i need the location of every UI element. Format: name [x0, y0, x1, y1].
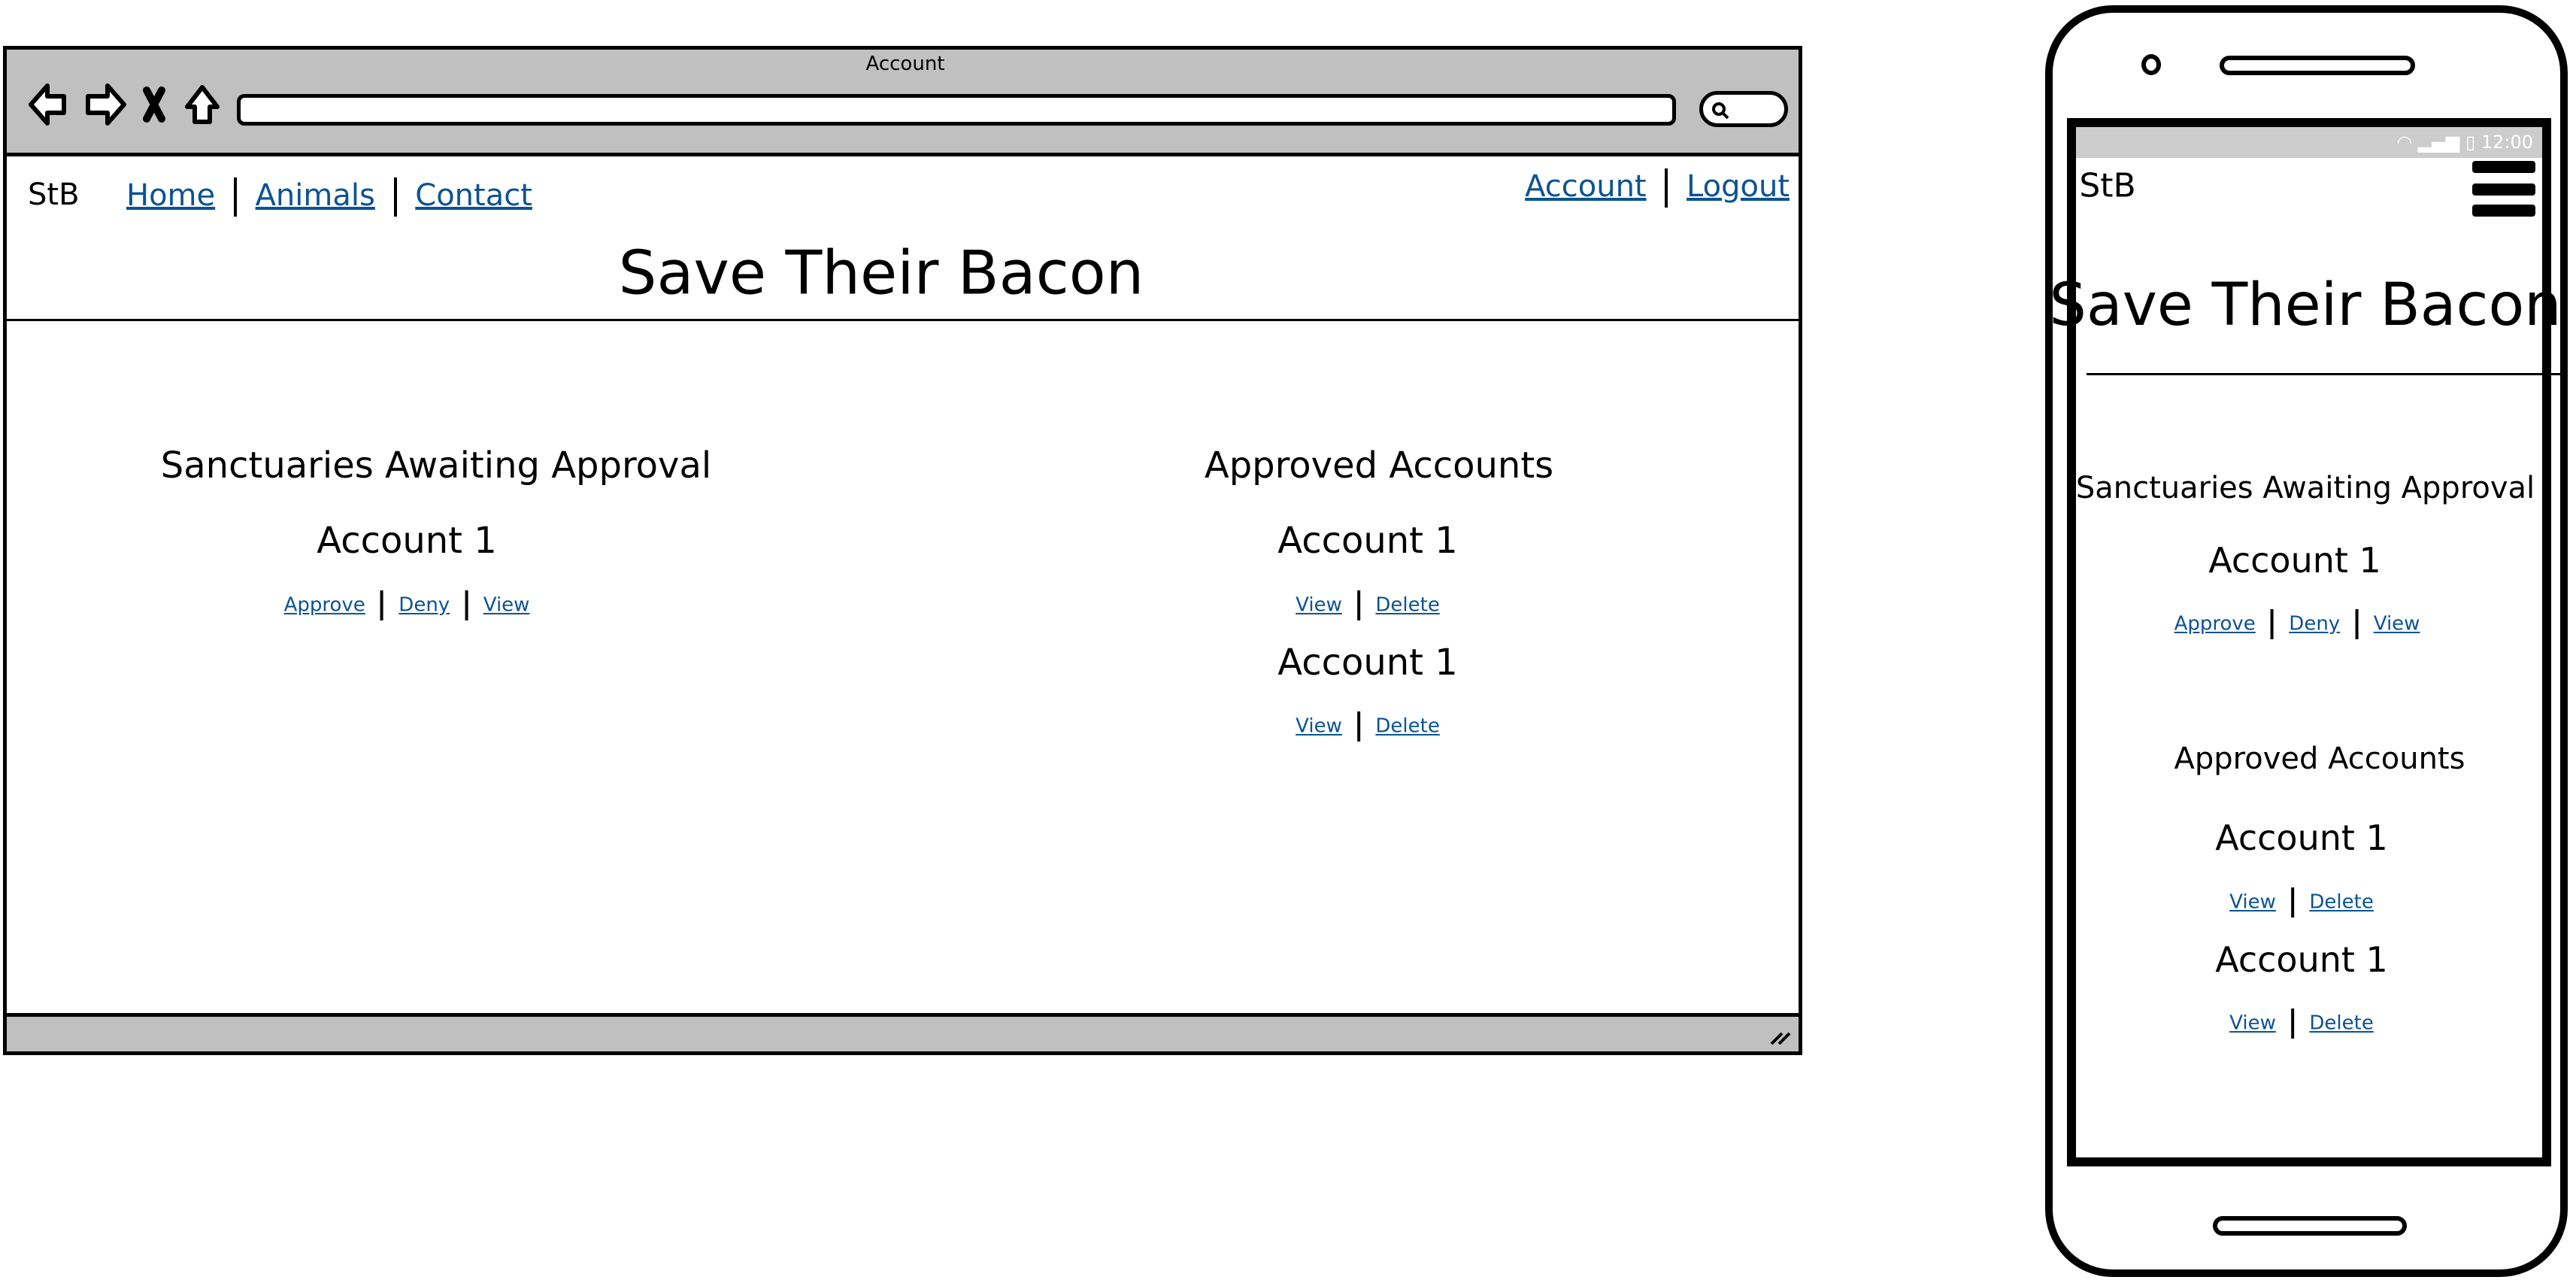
camera-icon — [2141, 54, 2161, 75]
view-link[interactable]: View — [2229, 891, 2276, 914]
window-title: Account — [865, 53, 945, 75]
mobile-pending-heading: Sanctuaries Awaiting Approval — [2075, 471, 2535, 505]
delete-link[interactable]: Delete — [1375, 594, 1439, 617]
divider — [2271, 609, 2274, 639]
divider — [1357, 711, 1361, 742]
nav-controls — [29, 83, 220, 126]
home-icon[interactable] — [185, 85, 220, 124]
view-link[interactable]: View — [2374, 613, 2420, 635]
divider — [2355, 609, 2359, 639]
signal-icon: ▂▄▆ — [2417, 132, 2460, 153]
approved-heading: Approved Accounts — [1204, 444, 1554, 487]
view-link[interactable]: View — [1296, 715, 1342, 738]
mobile-brand-logo: StB — [2079, 166, 2136, 205]
mobile-approved-account-name: Account 1 — [2215, 939, 2388, 980]
search-button[interactable] — [1699, 91, 1788, 127]
nav-account[interactable]: Account — [1525, 169, 1647, 204]
divider — [2291, 1009, 2295, 1039]
address-bar[interactable] — [237, 94, 1676, 126]
mobile-approved-actions: View Delete — [2229, 1009, 2374, 1039]
approved-account-name: Account 1 — [1277, 642, 1458, 684]
main-nav: Home Animals Contact — [126, 177, 532, 217]
divider — [2291, 887, 2295, 918]
nav-animals[interactable]: Animals — [256, 178, 375, 213]
divider — [1357, 590, 1361, 620]
divider — [380, 590, 384, 620]
forward-icon[interactable] — [86, 83, 126, 126]
approve-link[interactable]: Approve — [284, 594, 365, 617]
browser-toolbar: Account — [7, 50, 1799, 156]
mobile-header-divider — [2087, 373, 2560, 375]
divider — [1665, 168, 1668, 208]
approved-actions: View Delete — [1296, 711, 1440, 742]
divider — [233, 177, 237, 217]
phone-status-bar: ◠ ▂▄▆ ▯ 12:00 — [2076, 127, 2542, 158]
mobile-approved-heading: Approved Accounts — [2174, 742, 2465, 776]
battery-icon: ▯ — [2465, 132, 2476, 153]
pending-actions: Approve Deny View — [284, 590, 530, 620]
deny-link[interactable]: Deny — [2289, 613, 2340, 635]
approved-account-name: Account 1 — [1277, 520, 1458, 562]
view-link[interactable]: View — [2229, 1012, 2276, 1035]
mobile-approved-account-name: Account 1 — [2215, 817, 2388, 858]
account-nav: Account Logout — [1525, 168, 1790, 208]
brand-logo: StB — [28, 177, 80, 212]
page-title: Save Their Bacon — [618, 238, 1144, 308]
back-icon[interactable] — [29, 83, 66, 126]
browser-status-bar — [7, 1013, 1799, 1051]
delete-link[interactable]: Delete — [2309, 891, 2373, 914]
nav-home[interactable]: Home — [126, 178, 215, 213]
stop-icon[interactable] — [143, 86, 165, 123]
search-icon — [1712, 102, 1729, 120]
nav-logout[interactable]: Logout — [1687, 169, 1790, 204]
header-divider — [7, 319, 1799, 321]
delete-link[interactable]: Delete — [1375, 715, 1439, 738]
mobile-page-title: Save Their Bacon — [2049, 271, 2562, 339]
approved-actions: View Delete — [1296, 590, 1440, 620]
mobile-pending-actions: Approve Deny View — [2174, 609, 2420, 639]
mobile-approved-actions: View Delete — [2229, 887, 2374, 918]
deny-link[interactable]: Deny — [399, 594, 450, 617]
approve-link[interactable]: Approve — [2174, 613, 2256, 635]
mobile-pending-account-name: Account 1 — [2208, 540, 2381, 581]
speaker-icon — [2220, 56, 2415, 75]
status-time: 12:00 — [2481, 132, 2533, 153]
delete-link[interactable]: Delete — [2309, 1012, 2373, 1035]
browser-window: Account StB Home Animals Contact Account… — [3, 46, 1802, 1055]
wifi-icon: ◠ — [2396, 132, 2413, 153]
divider — [465, 590, 468, 620]
divider — [393, 177, 397, 217]
view-link[interactable]: View — [1296, 594, 1342, 617]
pending-heading: Sanctuaries Awaiting Approval — [160, 444, 712, 487]
pending-account-name: Account 1 — [317, 520, 497, 562]
home-button[interactable] — [2213, 1216, 2407, 1236]
view-link[interactable]: View — [483, 594, 530, 617]
resize-grip-icon[interactable] — [1768, 1024, 1791, 1047]
nav-contact[interactable]: Contact — [415, 178, 532, 213]
